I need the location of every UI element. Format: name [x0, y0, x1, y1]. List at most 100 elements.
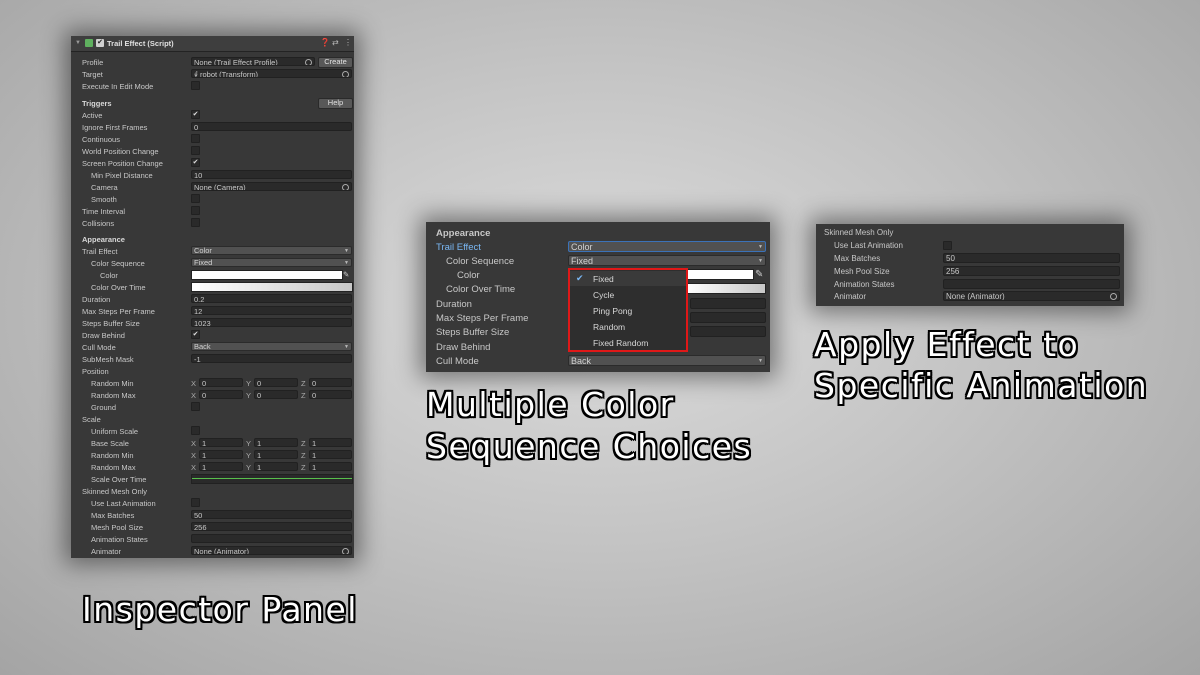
ignore-first-frames-field[interactable]: 0 — [191, 122, 352, 131]
foldout-arrow-icon[interactable]: ▼ — [75, 40, 81, 46]
z-field[interactable]: 1 — [309, 438, 352, 447]
collisions-row: Collisions — [71, 218, 354, 229]
object-picker-icon[interactable] — [342, 184, 349, 190]
mid-color-label: Color — [457, 270, 480, 281]
active-checkbox[interactable]: ✔ — [191, 110, 200, 119]
right-animator-field[interactable]: None (Animator) — [943, 291, 1120, 301]
object-picker-icon[interactable] — [1110, 293, 1117, 300]
cull-mode-dropdown[interactable]: Back ▼ — [191, 342, 352, 351]
color-swatch[interactable] — [191, 270, 343, 280]
mid-cull-mode-row: Cull Mode Back ▼ — [426, 355, 770, 369]
color-sequence-value: Fixed — [194, 258, 213, 267]
screen-pos-checkbox[interactable]: ✔ — [191, 158, 200, 167]
submesh-field[interactable]: -1 — [191, 354, 352, 363]
y-field[interactable]: 1 — [254, 462, 298, 471]
x-field[interactable]: 0 — [199, 378, 243, 387]
execute-row: Execute In Edit Mode — [71, 81, 354, 92]
use-last-anim-checkbox[interactable] — [191, 498, 200, 507]
option-cycle[interactable]: Cycle — [570, 287, 686, 302]
color-sequence-dropdown[interactable]: Fixed ▼ — [191, 258, 352, 267]
draw-behind-checkbox[interactable]: ✔ — [191, 330, 200, 339]
eyedropper-icon[interactable]: ✎ — [755, 269, 763, 280]
mid-color-swatch[interactable] — [686, 269, 754, 280]
ignore-first-frames-row: Ignore First Frames 0 — [71, 122, 354, 133]
color-row: Color ✎ — [71, 270, 354, 281]
collisions-checkbox[interactable] — [191, 218, 200, 227]
mid-color-sequence-dropdown[interactable]: Fixed ▼ — [568, 255, 766, 266]
y-field[interactable]: 0 — [254, 390, 298, 399]
component-enabled-checkbox[interactable]: ✔ — [96, 39, 104, 47]
mid-cull-mode-dropdown[interactable]: Back ▼ — [568, 355, 766, 366]
more-icon[interactable]: ⋮ — [344, 38, 352, 47]
continuous-checkbox[interactable] — [191, 134, 200, 143]
mid-max-steps-field[interactable] — [690, 312, 766, 323]
right-skinned-header: Skinned Mesh Only — [816, 227, 1124, 240]
dropdown-arrow-icon: ▼ — [758, 244, 763, 250]
object-picker-icon[interactable] — [305, 59, 312, 65]
trail-effect-row: Trail Effect Color ▼ — [71, 246, 354, 257]
profile-field[interactable]: None (Trail Effect Profile) — [191, 57, 315, 66]
execute-checkbox[interactable] — [191, 81, 200, 90]
min-pixel-field[interactable]: 10 — [191, 170, 352, 179]
random-min-label: Random Min — [91, 379, 134, 388]
right-max-batches-field[interactable]: 50 — [943, 253, 1120, 263]
time-interval-label: Time Interval — [82, 207, 126, 216]
option-fixed[interactable]: ✔ Fixed — [570, 271, 686, 286]
world-pos-checkbox[interactable] — [191, 146, 200, 155]
option-random[interactable]: Random — [570, 319, 686, 334]
color-over-time-gradient[interactable] — [191, 282, 353, 292]
help-icon[interactable]: ❓ — [320, 38, 330, 47]
max-steps-field[interactable]: 12 — [191, 306, 352, 315]
create-button[interactable]: Create — [318, 57, 353, 68]
y-field[interactable]: 1 — [254, 450, 298, 459]
y-field[interactable]: 1 — [254, 438, 298, 447]
option-fixed-random[interactable]: Fixed Random — [570, 335, 686, 350]
mid-steps-buffer-field[interactable] — [690, 326, 766, 337]
right-use-last-anim-checkbox[interactable] — [943, 241, 952, 250]
skinned-header: Skinned Mesh Only — [71, 486, 354, 497]
time-interval-checkbox[interactable] — [191, 206, 200, 215]
camera-field[interactable]: None (Camera) — [191, 182, 352, 191]
z-field[interactable]: 1 — [309, 450, 352, 459]
mid-duration-field[interactable] — [690, 298, 766, 309]
x-field[interactable]: 1 — [199, 438, 243, 447]
max-batches-field[interactable]: 50 — [191, 510, 352, 519]
duration-field[interactable]: 0.2 — [191, 294, 352, 303]
component-header[interactable]: ▼ ✔ Trail Effect (Script) ❓ ⇄ ⋮ — [71, 36, 354, 52]
x-field[interactable]: 1 — [199, 462, 243, 471]
z-field[interactable]: 0 — [309, 390, 352, 399]
triggers-header: Triggers Help — [71, 98, 354, 109]
z-field[interactable]: 1 — [309, 462, 352, 471]
mid-trail-effect-dropdown[interactable]: Color ▼ — [568, 241, 766, 252]
option-ping-pong[interactable]: Ping Pong — [570, 303, 686, 318]
animator-field[interactable]: None (Animator) — [191, 546, 352, 555]
y-label: Y — [246, 451, 252, 460]
object-picker-icon[interactable] — [342, 548, 349, 554]
draw-behind-label: Draw Behind — [82, 331, 125, 340]
preset-icon[interactable]: ⇄ — [332, 38, 339, 47]
smooth-checkbox[interactable] — [191, 194, 200, 203]
right-mesh-pool-field[interactable]: 256 — [943, 266, 1120, 276]
object-picker-icon[interactable] — [342, 71, 349, 77]
y-field[interactable]: 0 — [254, 378, 298, 387]
x-field[interactable]: 1 — [199, 450, 243, 459]
anim-states-field[interactable] — [191, 534, 352, 543]
z-label: Z — [301, 391, 306, 400]
uniform-scale-checkbox[interactable] — [191, 426, 200, 435]
scale-over-time-curve[interactable] — [191, 474, 353, 484]
mid-color-over-time-gradient[interactable] — [686, 283, 766, 294]
help-button[interactable]: Help — [318, 98, 353, 109]
steps-buffer-field[interactable]: 1023 — [191, 318, 352, 327]
dropdown-arrow-icon: ▼ — [344, 344, 349, 350]
right-anim-states-field[interactable] — [943, 279, 1120, 289]
mesh-pool-field[interactable]: 256 — [191, 522, 352, 531]
z-field[interactable]: 0 — [309, 378, 352, 387]
x-field[interactable]: 0 — [199, 390, 243, 399]
trail-effect-dropdown[interactable]: Color ▼ — [191, 246, 352, 255]
target-field[interactable]: ⨚ robot (Transform) — [191, 69, 352, 78]
eyedropper-icon[interactable]: ✎ — [343, 270, 349, 279]
random-min-label: Random Min — [91, 451, 134, 460]
ground-label: Ground — [91, 403, 117, 412]
ground-checkbox[interactable] — [191, 402, 200, 411]
option-label: Random — [593, 322, 626, 332]
